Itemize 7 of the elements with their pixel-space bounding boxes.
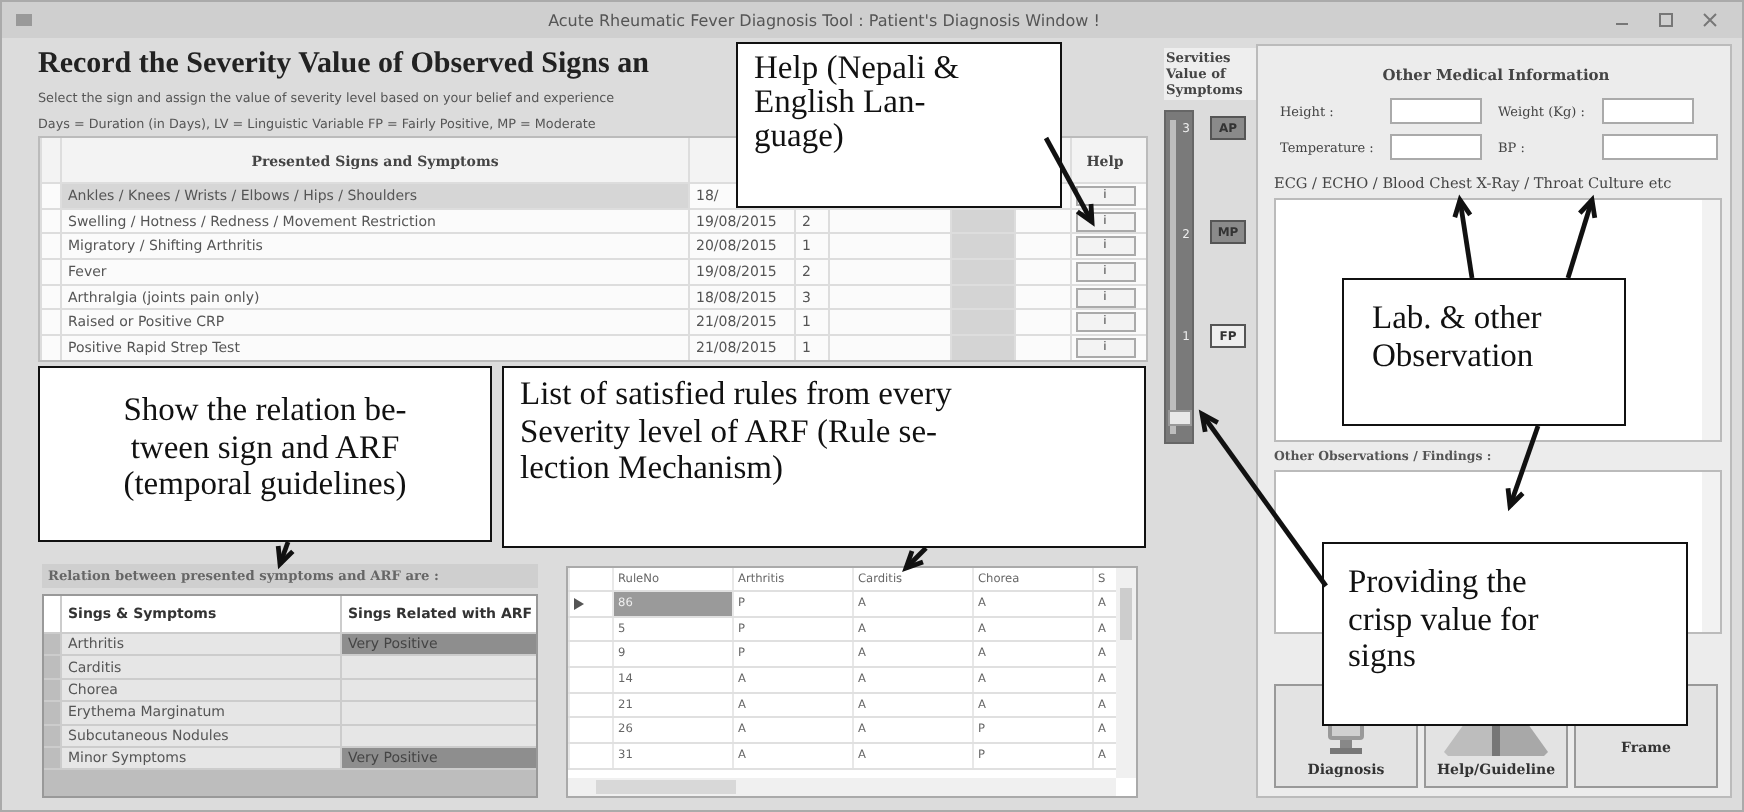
annotation-tooltip: Show the relation be- tween sign and ARF (temporal guidelines) — [38, 366, 492, 542]
annotation-tooltip: Help (Nepali & English Lan- guage) — [736, 42, 1062, 208]
annotation-tooltip: Lab. & other Observation — [1342, 278, 1626, 426]
window-title: Acute Rheumatic Fever Diagnosis Tool : Patient's Diagnosis Window ! — [546, 11, 1102, 29]
annotation-tooltip: Providing the crisp value for signs — [1322, 542, 1688, 726]
annotation-tooltip: List of satisfied rules from every Severity level of ARF (Rule se- lection Mechanism) — [502, 366, 1146, 548]
panel-heading: Record the Severity Value of Observed Signs an — [38, 46, 649, 84]
